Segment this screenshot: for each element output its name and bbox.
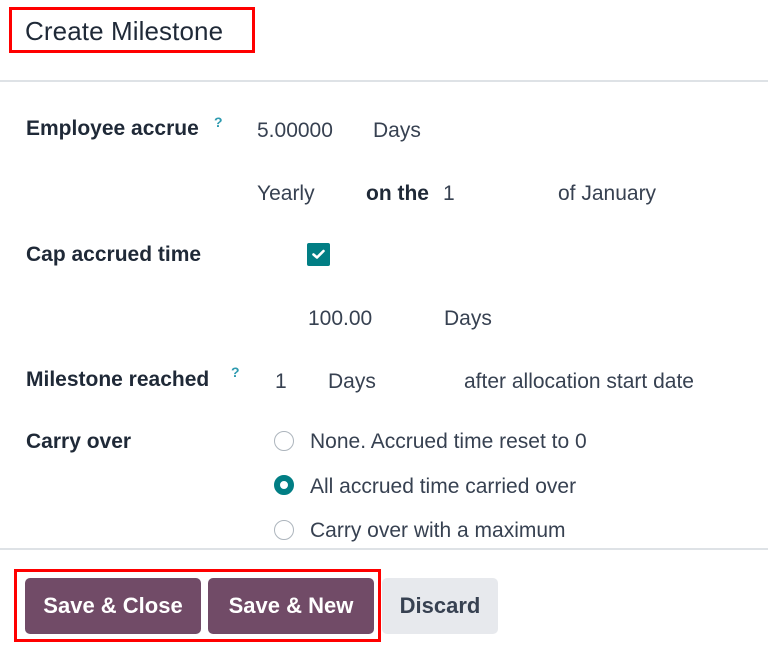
discard-button[interactable]: Discard: [382, 578, 498, 634]
carry-over-radio-all[interactable]: [274, 475, 294, 495]
accrue-amount-input[interactable]: 5.00000: [257, 119, 333, 143]
carry-over-radio-none[interactable]: [274, 431, 294, 451]
save-close-button[interactable]: Save & Close: [25, 578, 201, 634]
employee-accrue-label-text: Employee accrue: [26, 117, 199, 140]
day-select[interactable]: 1: [443, 182, 455, 206]
employee-accrue-label: Employee accrue: [26, 117, 199, 141]
cap-unit-select[interactable]: Days: [444, 307, 492, 331]
milestone-unit-select[interactable]: Days: [328, 370, 376, 394]
carry-over-option-maximum-label[interactable]: Carry over with a maximum: [310, 519, 566, 543]
cap-max-amount-input[interactable]: 100.00: [308, 307, 372, 331]
help-icon[interactable]: ?: [231, 364, 240, 380]
carry-over-label: Carry over: [26, 430, 132, 453]
milestone-value-input[interactable]: 1: [275, 370, 287, 394]
carry-over-option-none-label[interactable]: None. Accrued time reset to 0: [310, 430, 587, 454]
header-divider: [0, 80, 768, 82]
dialog-title: Create Milestone: [25, 16, 224, 46]
accrue-unit-select[interactable]: Days: [373, 119, 421, 143]
cap-accrued-time-checkbox[interactable]: [307, 243, 330, 266]
frequency-select[interactable]: Yearly: [257, 182, 315, 206]
save-new-button[interactable]: Save & New: [208, 578, 374, 634]
footer-divider: [0, 548, 768, 550]
on-the-label: on the: [366, 182, 429, 205]
milestone-suffix-text: after allocation start date: [464, 370, 694, 393]
month-select[interactable]: of January: [558, 182, 656, 206]
carry-over-option-all-label[interactable]: All accrued time carried over: [310, 475, 576, 499]
checkmark-icon: [312, 249, 325, 259]
help-icon[interactable]: ?: [214, 114, 223, 130]
carry-over-radio-maximum[interactable]: [274, 520, 294, 540]
cap-accrued-time-label: Cap accrued time: [26, 243, 202, 266]
milestone-reached-label: Milestone reached: [26, 368, 210, 391]
